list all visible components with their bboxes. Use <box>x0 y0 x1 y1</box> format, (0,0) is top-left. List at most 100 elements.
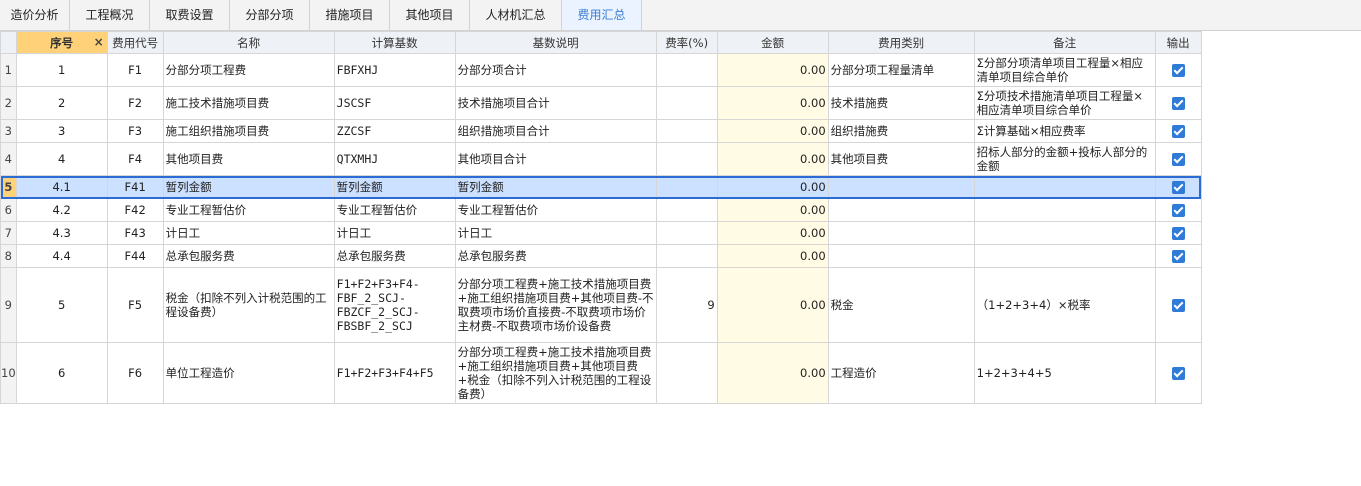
header-amount[interactable]: 金额 <box>716 31 829 54</box>
cell-basis-desc[interactable]: 组织措施项目合计 <box>454 119 657 143</box>
output-checkbox[interactable] <box>1171 299 1185 312</box>
cell-remark[interactable]: Σ分项技术措施清单项目工程量×相应清单项目综合单价 <box>973 86 1156 120</box>
cell-basis-desc[interactable]: 分部分项工程费+施工技术措施项目费+施工组织措施项目费+其他项目费-不取费项市场… <box>454 267 657 343</box>
output-checkbox[interactable] <box>1171 204 1185 217</box>
cell-seq[interactable]: 4.3 <box>15 221 108 245</box>
cell-rate[interactable] <box>655 342 718 404</box>
cell-basis[interactable]: QTXMHJ <box>333 142 456 176</box>
cell-amount[interactable]: 0.00 <box>716 142 829 176</box>
cell-name[interactable]: 施工组织措施项目费 <box>162 119 335 143</box>
table-row[interactable]: 8 4.4 F44 总承包服务费 总承包服务费 总承包服务费 0.00 <box>0 244 1202 268</box>
cell-remark[interactable] <box>973 244 1156 268</box>
cell-name[interactable]: 专业工程暂估价 <box>162 198 335 222</box>
cell-basis-desc[interactable]: 技术措施项目合计 <box>454 86 657 120</box>
tab-sub-items[interactable]: 分部分项 <box>230 0 310 30</box>
cell-amount[interactable]: 0.00 <box>716 221 829 245</box>
cell-category[interactable]: 其他项目费 <box>827 142 975 176</box>
table-row[interactable]: 2 2 F2 施工技术措施项目费 JSCSF 技术措施项目合计 0.00 技术措施费 Σ分项技术… <box>0 86 1202 120</box>
cell-basis[interactable]: 专业工程暂估价 <box>333 198 456 222</box>
cell-name[interactable]: 税金（扣除不列入计税范围的工程设备费） <box>162 267 335 343</box>
cell-name[interactable]: 分部分项工程费 <box>162 53 335 87</box>
tab-labor-material-summary[interactable]: 人材机汇总 <box>470 0 562 30</box>
cell-code[interactable]: F43 <box>106 221 164 245</box>
cell-category[interactable]: 工程造价 <box>827 342 975 404</box>
header-basis-desc[interactable]: 基数说明 <box>454 31 657 54</box>
cell-rate[interactable] <box>655 244 718 268</box>
cell-seq[interactable]: 4.2 <box>15 198 108 222</box>
table-row[interactable]: 7 4.3 F43 计日工 计日工 计日工 0.00 <box>0 221 1202 245</box>
cell-basis[interactable]: F1+F2+F3+F4+F5 <box>333 342 456 404</box>
cell-amount[interactable]: 0.00 <box>716 244 829 268</box>
cell-seq[interactable]: 4.1 <box>15 175 108 199</box>
cell-seq[interactable]: 4.4 <box>15 244 108 268</box>
cell-basis[interactable]: 暂列金额 <box>333 175 456 199</box>
row-number[interactable]: 6 <box>0 198 17 222</box>
cell-category[interactable]: 税金 <box>827 267 975 343</box>
tab-cost-analysis[interactable]: 造价分析 <box>0 0 70 30</box>
output-checkbox[interactable] <box>1171 250 1185 263</box>
tab-measures[interactable]: 措施项目 <box>310 0 390 30</box>
cell-seq[interactable]: 2 <box>15 86 108 120</box>
output-checkbox[interactable] <box>1171 64 1185 77</box>
cell-basis[interactable]: JSCSF <box>333 86 456 120</box>
cell-basis-desc[interactable]: 计日工 <box>454 221 657 245</box>
cell-remark[interactable]: Σ分部分项清单项目工程量×相应清单项目综合单价 <box>973 53 1156 87</box>
cell-amount[interactable]: 0.00 <box>716 53 829 87</box>
cell-seq[interactable]: 4 <box>15 142 108 176</box>
cell-name[interactable]: 其他项目费 <box>162 142 335 176</box>
cell-name[interactable]: 暂列金额 <box>162 175 335 199</box>
output-checkbox[interactable] <box>1171 125 1185 138</box>
table-row[interactable]: 9 5 F5 税金（扣除不列入计税范围的工程设备费） F1+F2+F3+F4-FBF_2… <box>0 267 1202 343</box>
cell-remark[interactable]: （1+2+3+4）×税率 <box>973 267 1156 343</box>
cell-rate[interactable] <box>655 86 718 120</box>
cell-basis-desc[interactable]: 总承包服务费 <box>454 244 657 268</box>
cell-code[interactable]: F6 <box>106 342 164 404</box>
cell-amount[interactable]: 0.00 <box>716 267 829 343</box>
cell-code[interactable]: F1 <box>106 53 164 87</box>
cell-rate[interactable] <box>655 198 718 222</box>
cell-basis[interactable]: FBFXHJ <box>333 53 456 87</box>
tab-project-overview[interactable]: 工程概况 <box>70 0 150 30</box>
row-number[interactable]: 4 <box>0 142 17 176</box>
cell-category[interactable]: 分部分项工程量清单 <box>827 53 975 87</box>
header-code[interactable]: 费用代号 <box>106 31 164 54</box>
cell-rate[interactable] <box>655 53 718 87</box>
row-number[interactable]: 5 <box>0 175 17 199</box>
table-row[interactable]: 10 6 F6 单位工程造价 F1+F2+F3+F4+F5 分部分项工程费+施工技术措施项… <box>0 342 1202 404</box>
output-checkbox[interactable] <box>1171 153 1185 166</box>
row-number[interactable]: 9 <box>0 267 17 343</box>
cell-amount[interactable]: 0.00 <box>716 86 829 120</box>
cell-name[interactable]: 计日工 <box>162 221 335 245</box>
header-name[interactable]: 名称 <box>162 31 335 54</box>
header-basis[interactable]: 计算基数 <box>333 31 456 54</box>
cell-code[interactable]: F44 <box>106 244 164 268</box>
cell-remark[interactable]: 1+2+3+4+5 <box>973 342 1156 404</box>
cell-amount[interactable]: 0.00 <box>716 342 829 404</box>
cell-code[interactable]: F5 <box>106 267 164 343</box>
header-category[interactable]: 费用类别 <box>827 31 975 54</box>
tab-fee-settings[interactable]: 取费设置 <box>150 0 230 30</box>
row-number[interactable]: 1 <box>0 53 17 87</box>
row-number[interactable]: 10 <box>0 342 17 404</box>
cell-basis[interactable]: F1+F2+F3+F4-FBF_2_SCJ-FBZCF_2_SCJ-FBSBF_… <box>333 267 456 343</box>
cell-basis-desc[interactable]: 分部分项合计 <box>454 53 657 87</box>
cell-remark[interactable]: 招标人部分的金额+投标人部分的金额 <box>973 142 1156 176</box>
cell-basis-desc[interactable]: 分部分项工程费+施工技术措施项目费+施工组织措施项目费+其他项目费+税金（扣除不… <box>454 342 657 404</box>
cell-category[interactable]: 技术措施费 <box>827 86 975 120</box>
output-checkbox[interactable] <box>1171 367 1185 380</box>
tab-other-items[interactable]: 其他项目 <box>390 0 470 30</box>
cell-basis[interactable]: 计日工 <box>333 221 456 245</box>
cell-basis-desc[interactable]: 专业工程暂估价 <box>454 198 657 222</box>
cell-code[interactable]: F3 <box>106 119 164 143</box>
cell-category[interactable]: 组织措施费 <box>827 119 975 143</box>
table-row[interactable]: 4 4 F4 其他项目费 QTXMHJ 其他项目合计 0.00 其他项目费 招标人部分的金额+投… <box>0 142 1202 176</box>
cell-category[interactable] <box>827 198 975 222</box>
cell-category[interactable] <box>827 221 975 245</box>
output-checkbox[interactable] <box>1171 97 1185 110</box>
cell-name[interactable]: 施工技术措施项目费 <box>162 86 335 120</box>
header-remark[interactable]: 备注 <box>973 31 1156 54</box>
row-number[interactable]: 7 <box>0 221 17 245</box>
cell-remark[interactable] <box>973 221 1156 245</box>
cell-remark[interactable]: Σ计算基础×相应费率 <box>973 119 1156 143</box>
cell-rate[interactable] <box>655 221 718 245</box>
